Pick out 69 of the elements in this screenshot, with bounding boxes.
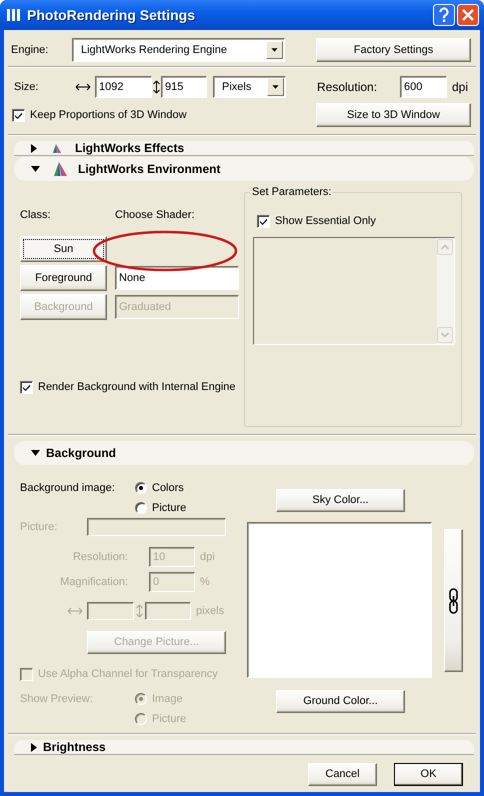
width-field[interactable]: [87, 602, 134, 620]
field-label: Engine:: [11, 42, 50, 58]
window-title: PhotoRendering Settings: [27, 6, 195, 25]
link-button[interactable]: [444, 529, 463, 672]
expand-triangle-icon[interactable]: [31, 742, 37, 752]
height-field[interactable]: [145, 602, 191, 620]
section-header[interactable]: Background: [14, 441, 474, 465]
checkmark-icon: [14, 110, 23, 120]
radio-label: Image: [152, 692, 183, 707]
unit-label: %: [200, 574, 210, 590]
logo-icon: [53, 161, 67, 177]
collapse-triangle-icon[interactable]: [31, 166, 40, 172]
field-label: Picture:: [20, 520, 58, 535]
checkmark-icon: [259, 216, 268, 226]
height-arrow-icon: [152, 80, 161, 94]
field-label: Magnification:: [59, 574, 128, 590]
unit-label: dpi: [200, 550, 215, 565]
column-label: Class:: [20, 208, 52, 223]
factory-settings-button[interactable]: Factory Settings: [316, 38, 471, 62]
close-button[interactable]: [457, 4, 479, 26]
checkmark-icon: [22, 382, 31, 392]
app-icon: [6, 7, 22, 23]
field-label: Resolution:: [72, 550, 128, 565]
width-field[interactable]: 1092: [95, 76, 152, 98]
field-label: Background image:: [20, 481, 116, 495]
unit-label: dpi: [452, 79, 468, 96]
checkbox[interactable]: [20, 380, 33, 394]
width-arrow-icon: [75, 83, 91, 91]
height-field[interactable]: 915: [161, 76, 207, 98]
section-header[interactable]: Brightness: [14, 740, 474, 755]
picture-field[interactable]: [87, 518, 226, 536]
height-arrow-icon: [135, 604, 144, 618]
ground-color-button[interactable]: Ground Color...: [276, 690, 405, 713]
radio-button[interactable]: [135, 502, 147, 514]
collapse-triangle-icon[interactable]: [31, 450, 40, 456]
radio-button[interactable]: [135, 713, 147, 725]
checkbox-label: Render Background with Internal Engine: [38, 380, 236, 395]
class-button[interactable]: Sun: [20, 236, 107, 262]
field-label: Resolution:: [317, 79, 378, 96]
size-to-window-button[interactable]: Size to 3D Window: [316, 103, 471, 127]
section-header[interactable]: LightWorks Environment: [14, 157, 474, 181]
width-arrow-icon: [67, 607, 83, 615]
engine-dropdown[interactable]: LightWorks Rendering Engine: [72, 38, 285, 62]
radio-label: Picture: [152, 500, 186, 516]
sky-color-button[interactable]: Sky Color...: [276, 489, 405, 512]
radio-label: Picture: [152, 712, 186, 727]
section-header[interactable]: LightWorks Effects: [14, 141, 474, 156]
dialog-button[interactable]: Cancel: [308, 763, 377, 786]
radio-button[interactable]: [135, 693, 147, 705]
shader-field[interactable]: None: [115, 266, 239, 290]
unit-dropdown[interactable]: Pixels: [213, 76, 286, 98]
dialog-button[interactable]: OK: [394, 763, 463, 786]
checkbox-label: Keep Proportions of 3D Window: [30, 108, 187, 123]
field-label: Size:: [14, 80, 40, 95]
unit-label: pixels: [196, 604, 224, 619]
column-label: Choose Shader:: [115, 208, 194, 223]
radio-button[interactable]: [135, 482, 147, 494]
chain-link-icon: [449, 588, 458, 614]
radio-label: Colors: [152, 480, 184, 496]
help-button[interactable]: [433, 4, 455, 26]
field-label: Show Preview:: [20, 692, 94, 706]
class-button[interactable]: Foreground: [20, 265, 107, 291]
resolution-field[interactable]: 600: [400, 76, 447, 98]
checkbox-label: Show Essential Only: [275, 214, 376, 229]
checkbox[interactable]: [20, 668, 33, 680]
expand-triangle-icon[interactable]: [31, 144, 37, 152]
checkbox[interactable]: [12, 108, 25, 122]
checkbox[interactable]: [257, 214, 270, 228]
checkbox-label: Use Alpha Channel for Transparency: [38, 666, 218, 682]
